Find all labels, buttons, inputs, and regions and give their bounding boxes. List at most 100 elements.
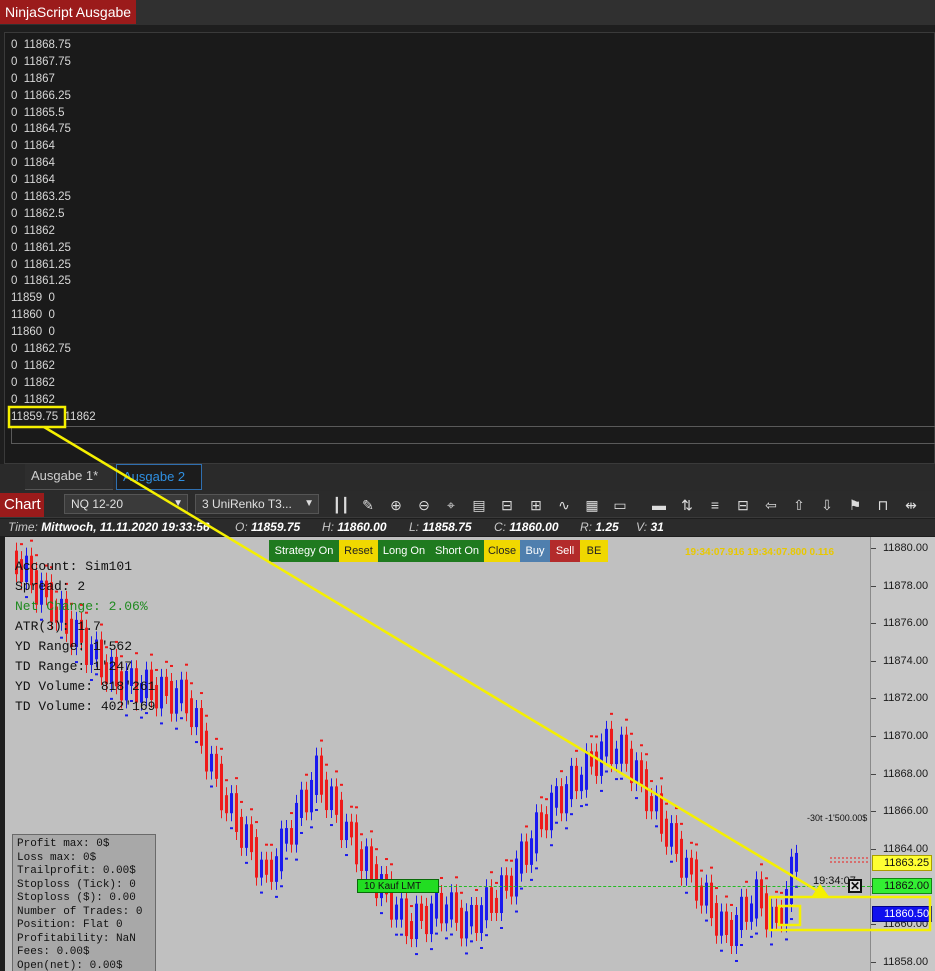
close-position-button[interactable]: Close: [484, 540, 520, 562]
crosshair-icon[interactable]: ⌖: [441, 495, 461, 515]
candle-body: [725, 911, 728, 935]
pencil-icon[interactable]: ✎: [358, 495, 378, 515]
candle-body: [515, 858, 518, 897]
data-box-icon[interactable]: ▤: [469, 495, 489, 515]
candle-body: [445, 904, 448, 924]
arrow-up-icon[interactable]: ⇧: [789, 495, 809, 515]
renko-target-dot: [410, 905, 413, 908]
strategies-icon[interactable]: ▦: [582, 495, 602, 515]
candle-body: [250, 824, 253, 853]
tab-ausgabe-2[interactable]: Ausgabe 2: [116, 464, 202, 490]
flag-icon[interactable]: ⚑: [845, 495, 865, 515]
candle-body: [480, 905, 483, 933]
renko-target-dot: [700, 869, 703, 872]
renko-target-dot: [665, 802, 668, 805]
info-yd-volume: YD Volume: 818'261: [15, 679, 156, 694]
limit-order-label[interactable]: 10 Kauf LMT: [357, 879, 439, 893]
split-icon[interactable]: ⊓: [873, 495, 893, 515]
renko-target-dot: [625, 718, 628, 721]
renko-target-dot: [185, 663, 188, 666]
candle-body: [220, 763, 223, 811]
output-line: 0 11868.75: [11, 39, 71, 51]
arrow-down-icon[interactable]: ⇩: [817, 495, 837, 515]
candle-body: [540, 812, 543, 830]
chart-window-tab[interactable]: Chart: [0, 493, 44, 517]
data-low: L: 11858.75: [409, 519, 472, 536]
price-flag-order[interactable]: 11862.00: [872, 878, 932, 894]
renko-target-dot: [445, 937, 448, 940]
long-on-button[interactable]: Long On: [378, 540, 430, 562]
output-current-line[interactable]: [11, 426, 935, 444]
renko-target-dot: [160, 722, 163, 725]
candle-body: [695, 859, 698, 901]
lines-icon[interactable]: ≡: [705, 495, 725, 515]
candle-body: [565, 784, 568, 814]
chevron-down-icon: ▼: [304, 498, 314, 509]
y-tick-label: 11872.00: [883, 692, 929, 705]
chart-plot-area[interactable]: 10 Kauf LMT Strategy On Reset Long On Sh…: [5, 537, 870, 971]
y-tick-label: 11880.00: [883, 542, 929, 554]
renko-target-dot: [760, 863, 763, 866]
renko-target-dot: [315, 808, 318, 811]
reset-button[interactable]: Reset: [339, 540, 378, 562]
zoom-out-icon[interactable]: ⊖: [414, 495, 434, 515]
candle-body: [415, 903, 418, 940]
breakeven-button[interactable]: BE: [580, 540, 608, 562]
renko-target-dot: [310, 826, 313, 829]
short-on-button[interactable]: Short On: [430, 540, 484, 562]
candle-body: [460, 907, 463, 939]
tab-ausgabe-1[interactable]: Ausgabe 1*: [25, 464, 113, 490]
templates-icon[interactable]: ▭: [610, 495, 630, 515]
y-tick-label: 11878.00: [883, 579, 929, 592]
output-line: 11859.75 11862: [11, 410, 96, 423]
candle-body: [470, 904, 473, 927]
y-tick-mark: [871, 961, 876, 963]
candle-body: [260, 859, 263, 878]
bar-type-value: 3 UniRenko T3...: [202, 497, 292, 511]
renko-target-dot: [175, 727, 178, 730]
output-line: 0 11864: [11, 140, 55, 153]
info-spread: Spread: 2: [15, 579, 86, 594]
strategy-on-button[interactable]: Strategy On: [269, 540, 339, 562]
output-text-area[interactable]: 0 11868.75 0 11867.75 0 11867 0 11866.25 0 1…: [4, 32, 935, 464]
chart-trader-icon[interactable]: ⊟: [497, 495, 517, 515]
renko-target-dot: [580, 805, 583, 808]
renko-target-dot: [695, 843, 698, 846]
candle-body: [400, 898, 403, 920]
scale-icon[interactable]: ⊟: [733, 495, 753, 515]
candle-body: [670, 823, 673, 847]
scroll-left-icon[interactable]: ⇦: [761, 495, 781, 515]
renko-target-dot: [255, 821, 258, 824]
renko-target-dot: [235, 777, 238, 780]
renko-target-dot: [705, 919, 708, 922]
y-tick-mark: [871, 660, 876, 662]
zoom-in-icon[interactable]: ⊕: [386, 495, 406, 515]
bar-style-icon[interactable]: ┃┃: [331, 495, 351, 515]
bar-type-selector[interactable]: 3 UniRenko T3... ▼: [195, 494, 319, 514]
indicators-icon[interactable]: ∿: [554, 495, 574, 515]
buy-sell-icon[interactable]: ⇅: [677, 495, 697, 515]
candle-body: [285, 828, 288, 844]
close-order-icon[interactable]: ✕: [848, 879, 862, 893]
candle-body: [435, 892, 438, 919]
ruler-icon[interactable]: ▬: [649, 495, 669, 515]
data-high: H: 11860.00: [322, 519, 387, 536]
buy-button[interactable]: Buy: [520, 540, 550, 562]
renko-target-dot: [770, 943, 773, 946]
renko-target-dot: [280, 885, 283, 888]
renko-target-dot: [510, 859, 513, 862]
y-tick-label: 11870.00: [883, 730, 929, 742]
output-line: 0 11862.5: [11, 207, 65, 220]
drawing-tools-icon[interactable]: ⊞: [526, 495, 546, 515]
renko-target-dot: [595, 735, 598, 738]
candle-body: [715, 903, 718, 936]
candle-body: [590, 751, 593, 767]
sell-button[interactable]: Sell: [550, 540, 580, 562]
candle-body: [280, 828, 283, 872]
instrument-selector[interactable]: NQ 12-20 ▼: [64, 494, 188, 514]
renko-target-dot: [535, 867, 538, 870]
expand-icon[interactable]: ⇹: [901, 495, 921, 515]
candle-body: [440, 892, 443, 924]
renko-target-dot: [555, 821, 558, 824]
time-label: Time:: [8, 520, 38, 534]
